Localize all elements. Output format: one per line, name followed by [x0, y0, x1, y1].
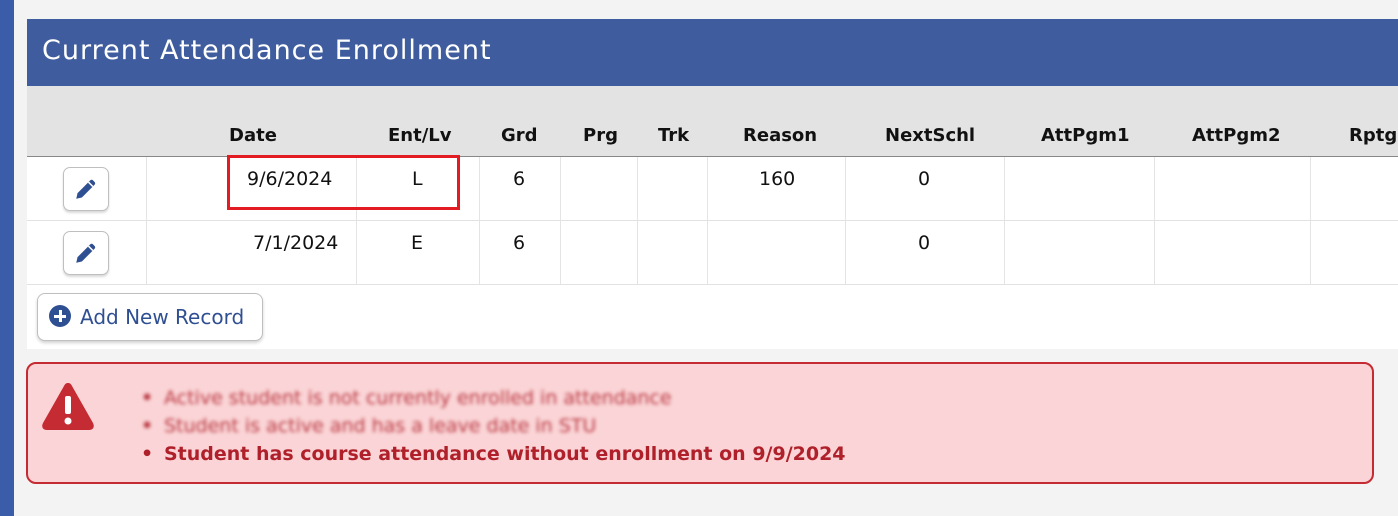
column-header-grd[interactable]: Grd	[501, 125, 538, 146]
edit-button[interactable]	[63, 167, 109, 211]
cell-date: 7/1/2024	[253, 232, 339, 254]
column-header-rptgs[interactable]: RptgS	[1349, 125, 1398, 146]
panel-title: Current Attendance Enrollment	[42, 35, 492, 66]
pencil-icon	[76, 179, 96, 199]
cell-nextschl: 0	[918, 168, 931, 190]
validation-alert: Active student is not currently enrolled…	[26, 362, 1374, 484]
table-header: Date Ent/Lv Grd Prg Trk Reason NextSchl …	[27, 86, 1398, 157]
pencil-icon	[76, 243, 96, 263]
alert-message: Active student is not currently enrolled…	[141, 384, 846, 412]
alert-message-list: Active student is not currently enrolled…	[141, 384, 846, 468]
plus-circle-icon	[49, 305, 71, 327]
edit-button[interactable]	[63, 231, 109, 275]
left-accent-bar	[0, 0, 14, 516]
alert-message: Student has course attendance without en…	[141, 440, 846, 468]
add-new-record-button[interactable]: Add New Record	[37, 293, 263, 341]
table-row: 7/1/2024 E 6 0	[27, 221, 1398, 285]
alert-message: Student is active and has a leave date i…	[141, 412, 846, 440]
warning-triangle-icon	[42, 383, 94, 430]
cell-reason: 160	[759, 168, 796, 190]
add-new-record-label: Add New Record	[80, 305, 245, 329]
column-header-trk[interactable]: Trk	[658, 125, 689, 146]
attendance-enrollment-panel: Current Attendance Enrollment Date Ent/L…	[27, 19, 1398, 349]
cell-nextschl: 0	[918, 232, 931, 254]
column-header-prg[interactable]: Prg	[583, 125, 618, 146]
column-header-ent-lv[interactable]: Ent/Lv	[388, 125, 452, 146]
column-header-nextschl[interactable]: NextSchl	[885, 125, 975, 146]
column-header-attpgm1[interactable]: AttPgm1	[1041, 125, 1130, 146]
column-header-reason[interactable]: Reason	[743, 125, 817, 146]
cell-grd: 6	[513, 168, 526, 190]
column-header-attpgm2[interactable]: AttPgm2	[1192, 125, 1281, 146]
column-header-date[interactable]: Date	[229, 125, 277, 146]
cell-ent-lv: E	[411, 232, 424, 254]
cell-grd: 6	[513, 232, 526, 254]
highlight-box	[227, 155, 460, 210]
panel-header: Current Attendance Enrollment	[27, 19, 1398, 86]
